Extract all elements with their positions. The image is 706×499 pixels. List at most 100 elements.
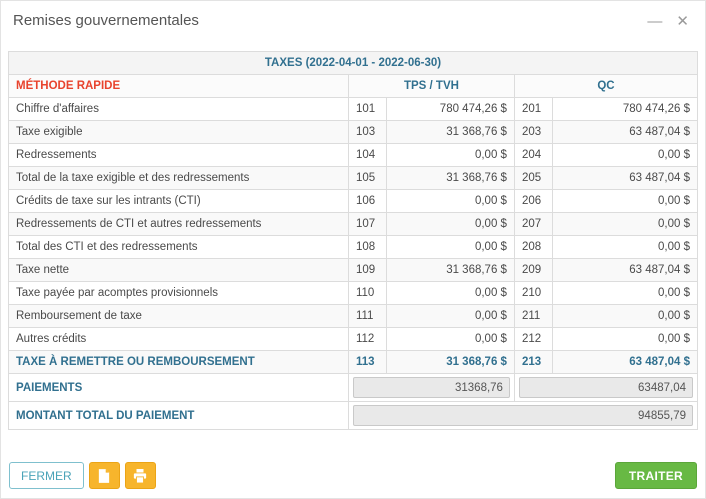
- table-row: Total de la taxe exigible et des redress…: [9, 167, 698, 190]
- payments-row: PAIEMENTS: [9, 374, 698, 402]
- tax-table-wrap: TAXES (2022-04-01 - 2022-06-30) MÉTHODE …: [8, 51, 698, 430]
- payments-label: PAIEMENTS: [9, 374, 349, 402]
- row-value-qc: 63 487,04 $: [552, 121, 697, 144]
- row-value-tps: 31 368,76 $: [386, 167, 514, 190]
- table-row: Total des CTI et des redressements1080,0…: [9, 236, 698, 259]
- payments-qc-cell: [514, 374, 697, 402]
- document-button[interactable]: [89, 462, 120, 489]
- row-code-qc: 209: [514, 259, 552, 282]
- row-code-tps: 104: [348, 144, 386, 167]
- payments-qc-input[interactable]: [519, 377, 693, 398]
- row-value-qc: 0,00 $: [552, 213, 697, 236]
- printer-icon: [133, 469, 147, 483]
- total-label: MONTANT TOTAL DU PAIEMENT: [9, 402, 349, 430]
- tax-table: TAXES (2022-04-01 - 2022-06-30) MÉTHODE …: [8, 51, 698, 430]
- row-value-tps: 780 474,26 $: [386, 98, 514, 121]
- page-title: Remises gouvernementales: [13, 12, 199, 29]
- row-value-qc: 0,00 $: [552, 305, 697, 328]
- row-code-qc: 204: [514, 144, 552, 167]
- column-header-method: MÉTHODE RAPIDE: [9, 75, 349, 98]
- row-code-qc: 206: [514, 190, 552, 213]
- table-row: Taxe payée par acomptes provisionnels110…: [9, 282, 698, 305]
- total-payment-input[interactable]: [353, 405, 693, 426]
- row-code-tps: 107: [348, 213, 386, 236]
- table-row: Remboursement de taxe1110,00 $2110,00 $: [9, 305, 698, 328]
- document-icon: [98, 469, 110, 483]
- row-code-tps: 113: [348, 351, 386, 374]
- row-label: Taxe payée par acomptes provisionnels: [9, 282, 349, 305]
- row-code-qc: 208: [514, 236, 552, 259]
- row-label: Total des CTI et des redressements: [9, 236, 349, 259]
- dialog-footer: FERMER TRAITER: [9, 462, 697, 489]
- row-value-tps: 31 368,76 $: [386, 259, 514, 282]
- row-label: Taxe nette: [9, 259, 349, 282]
- table-row: Redressements de CTI et autres redressem…: [9, 213, 698, 236]
- row-label: Taxe exigible: [9, 121, 349, 144]
- row-value-qc: 0,00 $: [552, 282, 697, 305]
- dialog-header: Remises gouvernementales — ✕: [1, 1, 705, 29]
- row-code-qc: 211: [514, 305, 552, 328]
- row-value-qc: 780 474,26 $: [552, 98, 697, 121]
- row-code-tps: 108: [348, 236, 386, 259]
- table-row: Autres crédits1120,00 $2120,00 $: [9, 328, 698, 351]
- minimize-icon[interactable]: —: [647, 14, 662, 29]
- row-value-qc: 0,00 $: [552, 190, 697, 213]
- row-code-qc: 203: [514, 121, 552, 144]
- row-value-qc: 63 487,04 $: [552, 351, 697, 374]
- row-code-tps: 110: [348, 282, 386, 305]
- tax-table-body: Chiffre d'affaires101780 474,26 $201780 …: [9, 98, 698, 374]
- row-label: Autres crédits: [9, 328, 349, 351]
- table-row: TAXE À REMETTRE OU REMBOURSEMENT11331 36…: [9, 351, 698, 374]
- table-row: Taxe nette10931 368,76 $20963 487,04 $: [9, 259, 698, 282]
- total-row: MONTANT TOTAL DU PAIEMENT: [9, 402, 698, 430]
- row-value-qc: 63 487,04 $: [552, 167, 697, 190]
- row-code-tps: 105: [348, 167, 386, 190]
- column-header-row: MÉTHODE RAPIDE TPS / TVH QC: [9, 75, 698, 98]
- row-code-qc: 205: [514, 167, 552, 190]
- row-value-qc: 0,00 $: [552, 144, 697, 167]
- fermer-button[interactable]: FERMER: [9, 462, 84, 489]
- row-code-tps: 103: [348, 121, 386, 144]
- row-value-tps: 0,00 $: [386, 305, 514, 328]
- row-label: Total de la taxe exigible et des redress…: [9, 167, 349, 190]
- payments-tps-input[interactable]: [353, 377, 510, 398]
- window-controls: — ✕: [647, 14, 689, 29]
- table-row: Taxe exigible10331 368,76 $20363 487,04 …: [9, 121, 698, 144]
- traiter-button[interactable]: TRAITER: [615, 462, 697, 489]
- footer-left-buttons: FERMER: [9, 462, 156, 489]
- row-code-tps: 111: [348, 305, 386, 328]
- row-value-tps: 0,00 $: [386, 328, 514, 351]
- row-value-tps: 0,00 $: [386, 282, 514, 305]
- row-label: Chiffre d'affaires: [9, 98, 349, 121]
- column-header-tps: TPS / TVH: [348, 75, 514, 98]
- row-value-qc: 0,00 $: [552, 328, 697, 351]
- row-code-tps: 106: [348, 190, 386, 213]
- row-value-tps: 0,00 $: [386, 190, 514, 213]
- payments-tps-cell: [348, 374, 514, 402]
- row-value-tps: 31 368,76 $: [386, 351, 514, 374]
- row-code-qc: 210: [514, 282, 552, 305]
- row-code-qc: 201: [514, 98, 552, 121]
- print-button[interactable]: [125, 462, 156, 489]
- row-label: Crédits de taxe sur les intrants (CTI): [9, 190, 349, 213]
- row-value-tps: 31 368,76 $: [386, 121, 514, 144]
- close-icon[interactable]: ✕: [676, 14, 689, 29]
- row-code-tps: 112: [348, 328, 386, 351]
- row-code-qc: 207: [514, 213, 552, 236]
- remises-dialog: Remises gouvernementales — ✕ TAXES (2022…: [0, 0, 706, 499]
- row-value-tps: 0,00 $: [386, 236, 514, 259]
- period-header-row: TAXES (2022-04-01 - 2022-06-30): [9, 52, 698, 75]
- row-value-qc: 63 487,04 $: [552, 259, 697, 282]
- tax-table-footer: PAIEMENTS MONTANT TOTAL DU PAIEMENT: [9, 374, 698, 430]
- row-code-tps: 101: [348, 98, 386, 121]
- row-value-tps: 0,00 $: [386, 213, 514, 236]
- row-code-qc: 212: [514, 328, 552, 351]
- column-header-qc: QC: [514, 75, 697, 98]
- table-row: Chiffre d'affaires101780 474,26 $201780 …: [9, 98, 698, 121]
- row-code-qc: 213: [514, 351, 552, 374]
- table-row: Redressements1040,00 $2040,00 $: [9, 144, 698, 167]
- total-cell: [348, 402, 697, 430]
- row-label: Redressements de CTI et autres redressem…: [9, 213, 349, 236]
- row-code-tps: 109: [348, 259, 386, 282]
- row-value-tps: 0,00 $: [386, 144, 514, 167]
